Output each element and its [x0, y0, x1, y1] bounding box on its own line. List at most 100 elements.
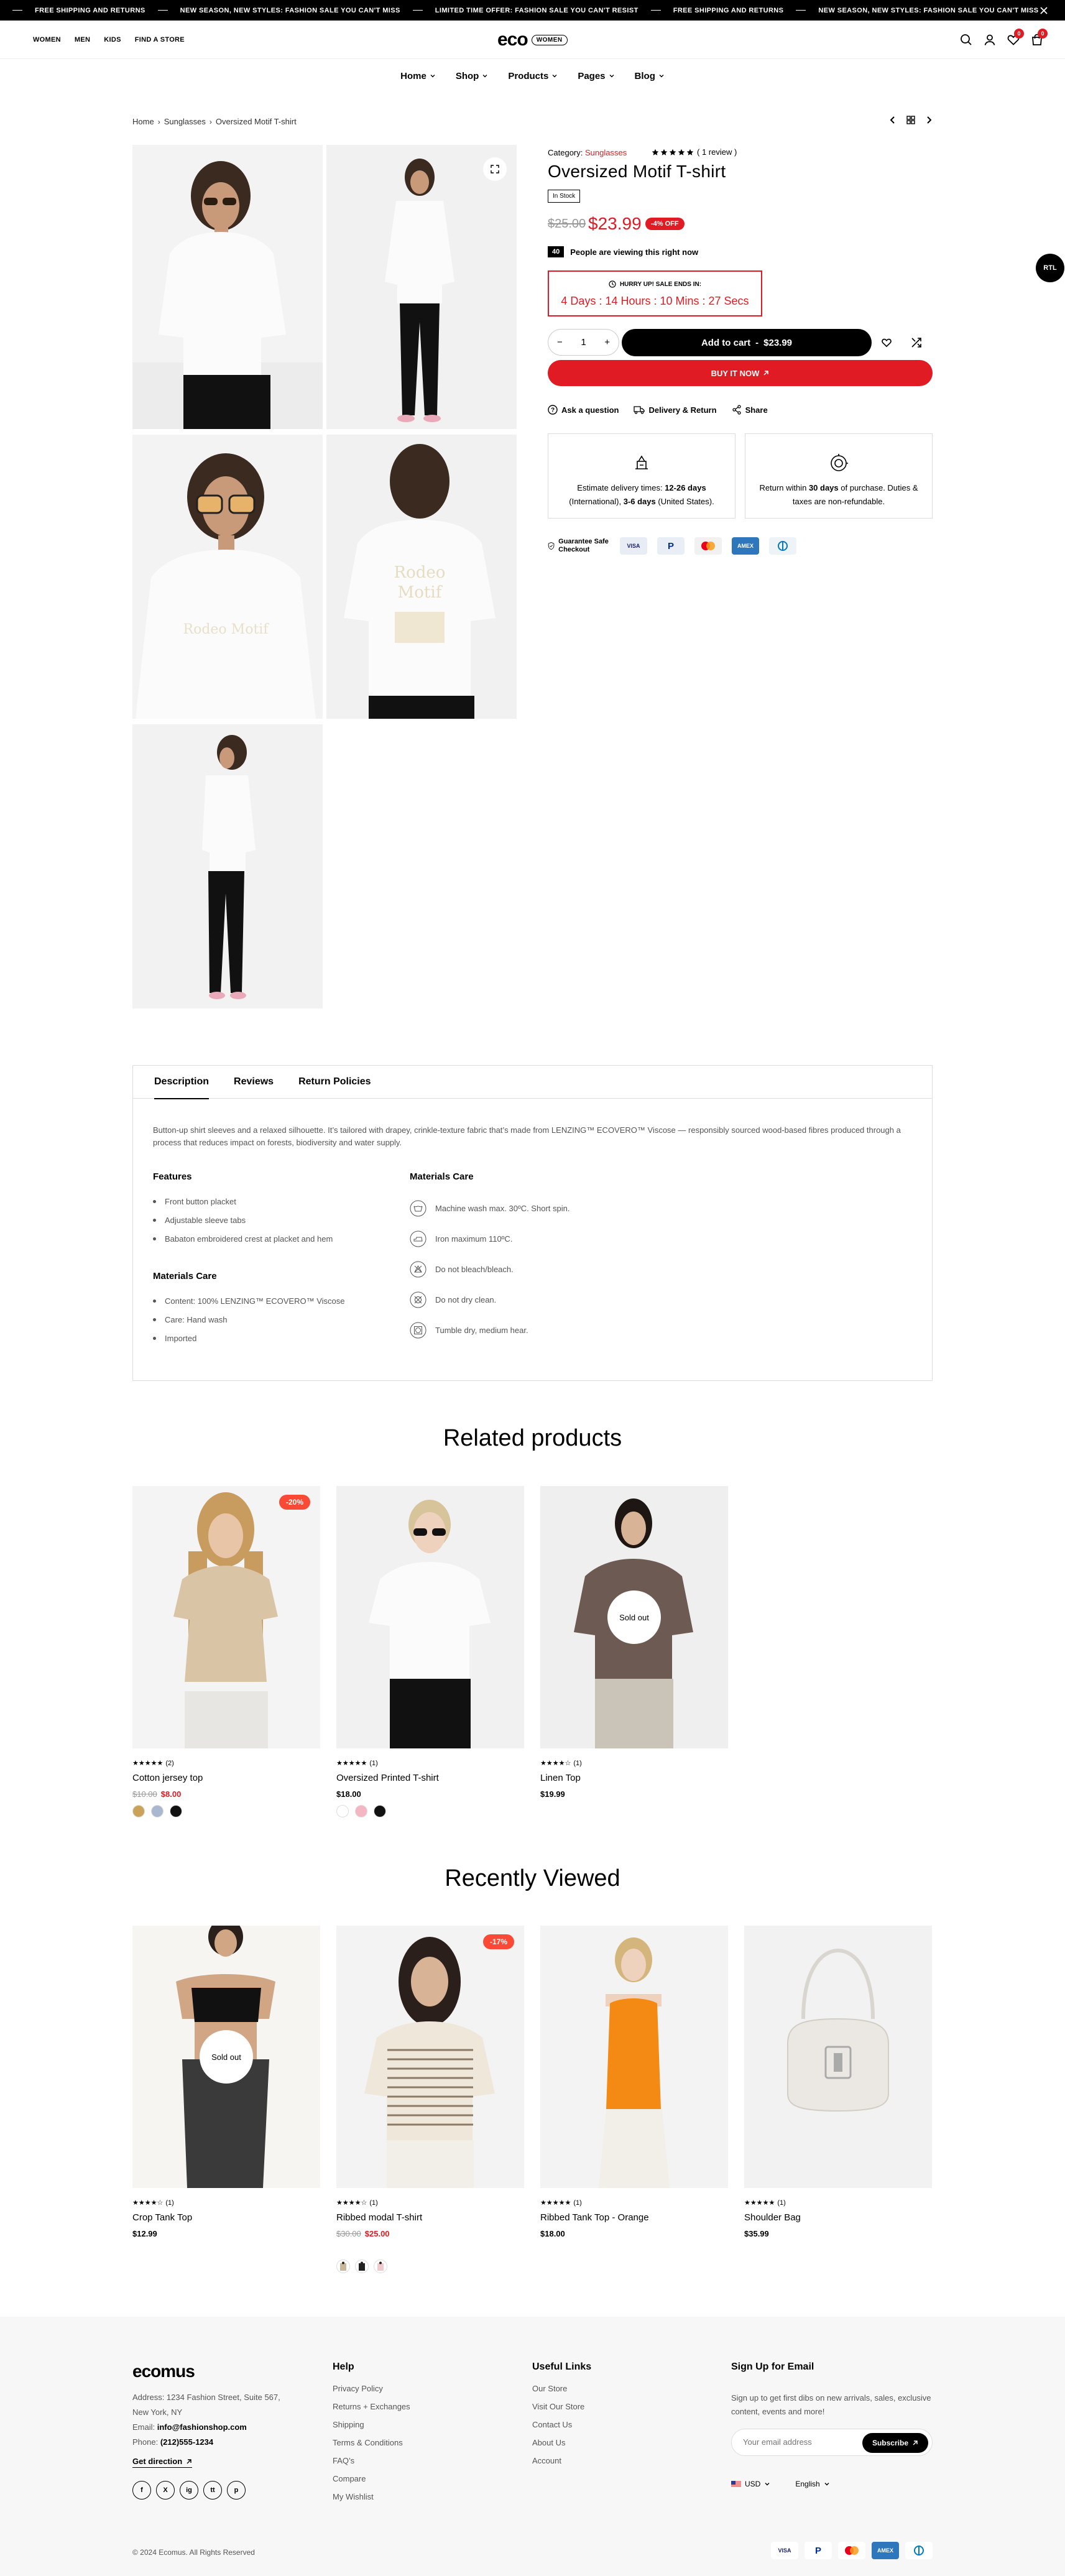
star-icon — [669, 149, 676, 155]
product-card[interactable]: ★★★★★ (1) Ribbed Tank Top - Orange $18.00 — [540, 1926, 728, 2238]
share-link[interactable]: Share — [732, 405, 768, 415]
find-store-link[interactable]: FIND A STORE — [135, 36, 185, 44]
product-image[interactable] — [326, 145, 517, 429]
color-swatch[interactable] — [132, 1805, 145, 1817]
footer-link[interactable]: Shipping — [333, 2420, 410, 2438]
footer-link[interactable]: FAQ’s — [333, 2456, 410, 2474]
product-name[interactable]: Crop Tank Top — [132, 2212, 192, 2223]
product-card[interactable]: ★★★★★ (1) Shoulder Bag $35.99 — [744, 1926, 932, 2238]
variant-thumb[interactable] — [336, 2260, 350, 2273]
plus-icon[interactable]: + — [604, 337, 610, 348]
product-name[interactable]: Ribbed modal T-shirt — [336, 2212, 422, 2223]
product-card-image[interactable] — [540, 1926, 728, 2188]
rtl-toggle[interactable]: RTL — [1036, 254, 1064, 282]
product-card[interactable]: -20% ★★★★★ (2) Cotton jersey top $10.00 $8… — [132, 1486, 320, 1817]
ask-question-link[interactable]: ? Ask a question — [548, 405, 619, 415]
footer-link[interactable]: About Us — [532, 2438, 591, 2456]
facebook-icon[interactable]: f — [132, 2481, 151, 2500]
minus-icon[interactable]: − — [557, 337, 563, 348]
delivery-return-link[interactable]: Delivery & Return — [634, 405, 717, 415]
product-card[interactable]: Sold out ★★★★☆ (1) Linen Top $19.99 — [540, 1486, 728, 1799]
zoom-icon[interactable] — [483, 157, 507, 181]
product-name[interactable]: Linen Top — [540, 1773, 581, 1783]
wishlist-button[interactable] — [875, 331, 898, 354]
color-swatch[interactable] — [374, 1805, 386, 1817]
footer-link[interactable]: Compare — [333, 2474, 410, 2492]
instagram-icon[interactable]: ig — [180, 2481, 198, 2500]
product-card-image[interactable] — [744, 1926, 932, 2188]
prev-product-icon[interactable] — [889, 116, 897, 124]
pinterest-icon[interactable]: p — [227, 2481, 246, 2500]
x-icon[interactable]: X — [156, 2481, 175, 2500]
footer-link[interactable]: My Wishlist — [333, 2492, 410, 2510]
color-swatch[interactable] — [336, 1805, 349, 1817]
footer-logo[interactable]: ecomus — [132, 2361, 195, 2381]
product-image[interactable] — [132, 145, 323, 429]
gender-link-women[interactable]: WOMEN — [33, 36, 61, 44]
quantity-value[interactable]: 1 — [581, 337, 586, 348]
product-card[interactable]: Sold out ★★★★☆ (1) Crop Tank Top $12.99 — [132, 1926, 320, 2238]
product-name[interactable]: Ribbed Tank Top - Orange — [540, 2212, 649, 2223]
footer-link[interactable]: Our Store — [532, 2384, 591, 2402]
buy-now-button[interactable]: BUY IT NOW — [548, 360, 933, 386]
subscribe-button[interactable]: Subscribe — [862, 2433, 928, 2453]
search-icon[interactable] — [959, 33, 973, 47]
tab-description[interactable]: Description — [154, 1066, 210, 1099]
product-image[interactable]: Rodeo Motif — [132, 435, 323, 719]
footer-link[interactable]: Returns + Exchanges — [333, 2402, 410, 2420]
variant-thumb[interactable] — [355, 2260, 369, 2273]
share-label: Share — [745, 405, 768, 415]
gender-link-kids[interactable]: KIDS — [104, 36, 121, 44]
nav-item-blog[interactable]: Blog — [635, 71, 665, 81]
currency-select[interactable]: USD — [731, 2480, 770, 2488]
footer-link[interactable]: Account — [532, 2456, 591, 2474]
add-to-cart-button[interactable]: Add to cart - $23.99 — [622, 329, 872, 356]
nav-item-pages[interactable]: Pages — [578, 71, 614, 81]
grid-icon[interactable] — [906, 116, 915, 124]
product-card-image[interactable]: -17% — [336, 1926, 524, 2188]
variant-thumb[interactable] — [374, 2260, 387, 2273]
category-link[interactable]: Sunglasses — [585, 148, 627, 157]
nav-item-products[interactable]: Products — [508, 71, 558, 81]
product-image[interactable] — [132, 724, 323, 1009]
breadcrumb-category[interactable]: Sunglasses — [164, 117, 206, 126]
email-field[interactable] — [743, 2437, 855, 2447]
footer-link[interactable]: Contact Us — [532, 2420, 591, 2438]
product-card[interactable]: ★★★★★ (1) Oversized Printed T-shirt $18.0… — [336, 1486, 524, 1817]
gender-link-men[interactable]: MEN — [75, 36, 90, 44]
nav-item-home[interactable]: Home — [400, 71, 436, 81]
account-icon[interactable] — [983, 33, 997, 47]
color-swatch[interactable] — [355, 1805, 367, 1817]
product-card-image[interactable]: -20% — [132, 1486, 320, 1748]
color-swatch[interactable] — [170, 1805, 182, 1817]
tiktok-icon[interactable]: tt — [203, 2481, 222, 2500]
language-select[interactable]: English — [795, 2480, 829, 2488]
nav-item-shop[interactable]: Shop — [456, 71, 489, 81]
product-card[interactable]: -17% ★★★★☆ (1) Ribbed modal T-shirt $30.0… — [336, 1926, 524, 2273]
tab-return-policies[interactable]: Return Policies — [298, 1066, 371, 1099]
wishlist-icon[interactable]: 0 — [1007, 29, 1024, 47]
site-logo[interactable]: eco WOMEN — [497, 30, 568, 49]
product-image[interactable]: Rodeo Motif — [326, 435, 517, 719]
review-count[interactable]: ( 1 review ) — [697, 147, 737, 157]
sold-out-badge: Sold out — [607, 1590, 661, 1644]
compare-button[interactable] — [905, 331, 928, 354]
tab-reviews[interactable]: Reviews — [234, 1066, 274, 1099]
next-product-icon[interactable] — [925, 116, 933, 124]
cart-icon[interactable]: 0 — [1030, 29, 1048, 47]
breadcrumb-home[interactable]: Home — [132, 117, 154, 126]
get-direction-link[interactable]: Get direction — [132, 2457, 193, 2468]
product-name[interactable]: Shoulder Bag — [744, 2212, 801, 2223]
footer-link[interactable]: Privacy Policy — [333, 2384, 410, 2402]
product-card-image[interactable]: Sold out — [540, 1486, 728, 1748]
product-name[interactable]: Cotton jersey top — [132, 1773, 203, 1783]
footer-link[interactable]: Terms & Conditions — [333, 2438, 410, 2456]
rating-count: (1) — [573, 2199, 582, 2207]
star-icon — [678, 149, 685, 155]
product-name[interactable]: Oversized Printed T-shirt — [336, 1773, 439, 1783]
color-swatch[interactable] — [151, 1805, 164, 1817]
product-card-image[interactable]: Sold out — [132, 1926, 320, 2188]
footer-link[interactable]: Visit Our Store — [532, 2402, 591, 2420]
close-icon[interactable] — [1039, 6, 1049, 16]
product-card-image[interactable] — [336, 1486, 524, 1748]
